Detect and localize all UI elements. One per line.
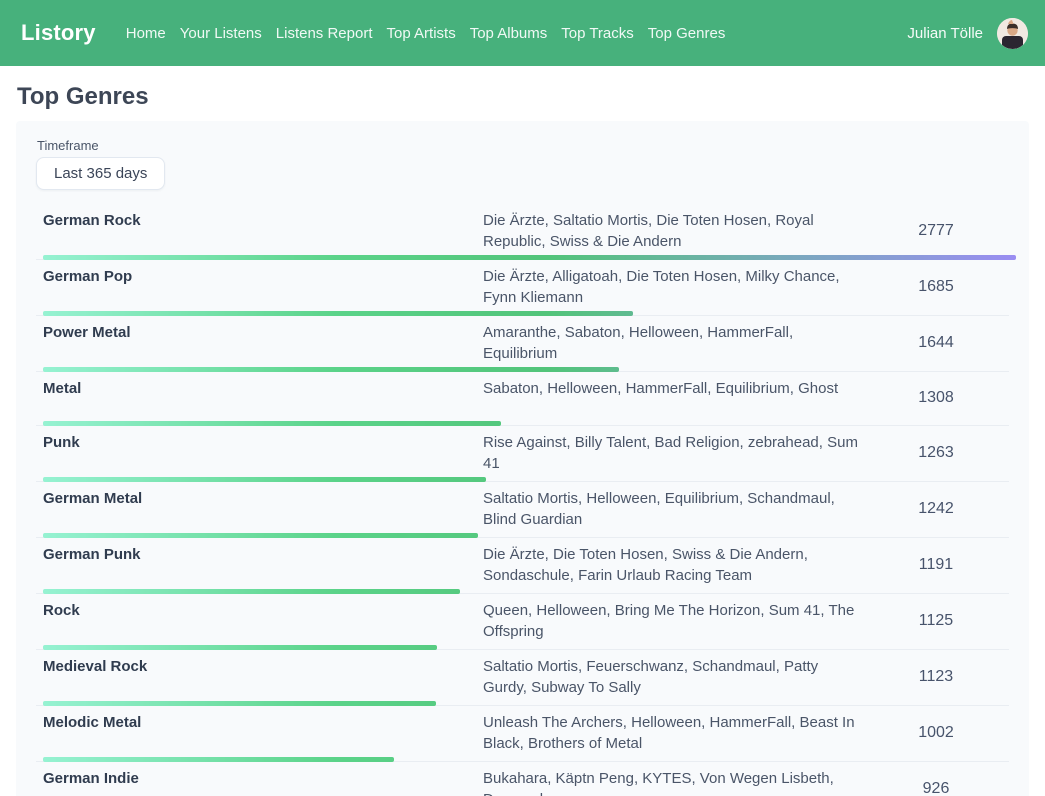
genre-name: German Punk bbox=[43, 544, 483, 586]
table-row: German Metal Saltatio Mortis, Helloween,… bbox=[36, 482, 1009, 538]
genre-artists: Die Ärzte, Die Toten Hosen, Swiss & Die … bbox=[483, 544, 863, 586]
table-row: Melodic Metal Unleash The Archers, Hello… bbox=[36, 706, 1009, 762]
nav-item-top-albums[interactable]: Top Albums bbox=[463, 19, 555, 48]
genre-artists: Unleash The Archers, Helloween, HammerFa… bbox=[483, 712, 863, 754]
genre-count: 1308 bbox=[863, 378, 1009, 418]
app-header: Listory Home Your Listens Listens Report… bbox=[0, 0, 1045, 66]
table-row: Power Metal Amaranthe, Sabaton, Hellowee… bbox=[36, 316, 1009, 372]
genre-name: Medieval Rock bbox=[43, 656, 483, 698]
nav-item-your-listens[interactable]: Your Listens bbox=[173, 19, 269, 48]
table-row: Medieval Rock Saltatio Mortis, Feuerschw… bbox=[36, 650, 1009, 706]
genre-name: Punk bbox=[43, 432, 483, 474]
top-genres-card: Timeframe Last 365 days German Rock Die … bbox=[16, 121, 1029, 796]
genre-count: 1644 bbox=[863, 322, 1009, 364]
genre-name: German Pop bbox=[43, 266, 483, 308]
page-title: Top Genres bbox=[17, 83, 1029, 111]
genre-name: German Rock bbox=[43, 210, 483, 252]
nav-item-listens-report[interactable]: Listens Report bbox=[269, 19, 380, 48]
genre-name: German Indie bbox=[43, 768, 483, 796]
genre-table: German Rock Die Ärzte, Saltatio Mortis, … bbox=[36, 204, 1009, 796]
genre-count: 1685 bbox=[863, 266, 1009, 308]
genre-artists: Die Ärzte, Alligatoah, Die Toten Hosen, … bbox=[483, 266, 863, 308]
genre-count: 1191 bbox=[863, 544, 1009, 586]
genre-count: 1263 bbox=[863, 432, 1009, 474]
table-row: German Rock Die Ärzte, Saltatio Mortis, … bbox=[36, 204, 1009, 260]
table-row: Punk Rise Against, Billy Talent, Bad Rel… bbox=[36, 426, 1009, 482]
nav-item-home[interactable]: Home bbox=[119, 19, 173, 48]
user-avatar[interactable] bbox=[997, 18, 1028, 49]
genre-count: 1123 bbox=[863, 656, 1009, 698]
genre-artists: Saltatio Mortis, Helloween, Equilibrium,… bbox=[483, 488, 863, 530]
genre-count: 1002 bbox=[863, 712, 1009, 754]
timeframe-select[interactable]: Last 365 days bbox=[36, 157, 165, 190]
genre-name: Power Metal bbox=[43, 322, 483, 364]
genre-artists: Die Ärzte, Saltatio Mortis, Die Toten Ho… bbox=[483, 210, 863, 252]
genre-artists: Sabaton, Helloween, HammerFall, Equilibr… bbox=[483, 378, 863, 418]
genre-name: Melodic Metal bbox=[43, 712, 483, 754]
genre-count: 1242 bbox=[863, 488, 1009, 530]
genre-count: 1125 bbox=[863, 600, 1009, 642]
user-avatar-photo bbox=[997, 18, 1028, 49]
genre-artists: Amaranthe, Sabaton, Helloween, HammerFal… bbox=[483, 322, 863, 364]
genre-artists: Queen, Helloween, Bring Me The Horizon, … bbox=[483, 600, 863, 642]
genre-name: Metal bbox=[43, 378, 483, 418]
app-logo[interactable]: Listory bbox=[21, 20, 96, 46]
genre-name: German Metal bbox=[43, 488, 483, 530]
timeframe-label: Timeframe bbox=[37, 138, 1009, 153]
table-row: Metal Sabaton, Helloween, HammerFall, Eq… bbox=[36, 372, 1009, 426]
table-row: Rock Queen, Helloween, Bring Me The Hori… bbox=[36, 594, 1009, 650]
nav-item-top-genres[interactable]: Top Genres bbox=[641, 19, 733, 48]
table-row: German Punk Die Ärzte, Die Toten Hosen, … bbox=[36, 538, 1009, 594]
user-name[interactable]: Julian Tölle bbox=[907, 25, 983, 42]
genre-artists: Rise Against, Billy Talent, Bad Religion… bbox=[483, 432, 863, 474]
genre-artists: Saltatio Mortis, Feuerschwanz, Schandmau… bbox=[483, 656, 863, 698]
genre-artists: Bukahara, Käptn Peng, KYTES, Von Wegen L… bbox=[483, 768, 863, 796]
nav-item-top-tracks[interactable]: Top Tracks bbox=[554, 19, 641, 48]
genre-name: Rock bbox=[43, 600, 483, 642]
genre-count: 926 bbox=[863, 768, 1009, 796]
table-row: German Pop Die Ärzte, Alligatoah, Die To… bbox=[36, 260, 1009, 316]
table-row: German Indie Bukahara, Käptn Peng, KYTES… bbox=[36, 762, 1009, 796]
main-nav: Home Your Listens Listens Report Top Art… bbox=[119, 19, 733, 48]
nav-item-top-artists[interactable]: Top Artists bbox=[380, 19, 463, 48]
genre-count: 2777 bbox=[863, 210, 1009, 252]
